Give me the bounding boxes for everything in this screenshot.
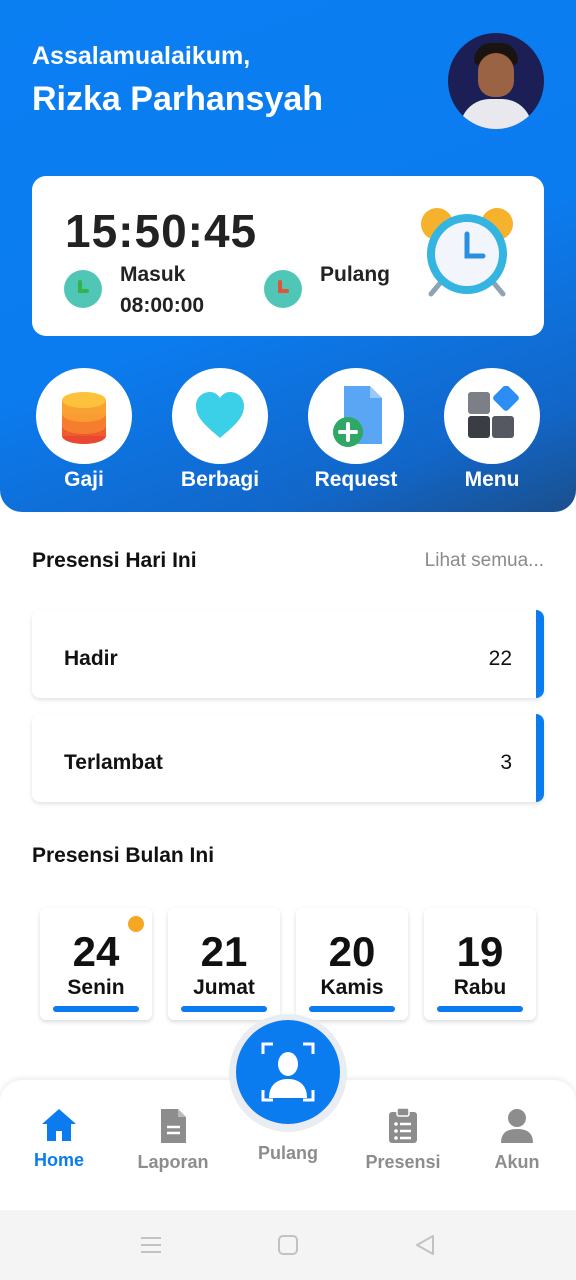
stat-value: 22 bbox=[488, 647, 512, 670]
checkout-face-scan-button[interactable] bbox=[236, 1020, 340, 1124]
day-name: Kamis bbox=[320, 976, 384, 999]
clock-in-icon bbox=[64, 270, 102, 308]
quick-action-label: Request bbox=[314, 468, 398, 491]
quick-action-request[interactable]: Request bbox=[308, 368, 404, 492]
check-out-label: Pulang bbox=[320, 263, 391, 286]
fab-label: Pulang bbox=[257, 1143, 318, 1163]
day-count: 21 bbox=[200, 928, 248, 975]
stat-label: Hadir bbox=[64, 647, 118, 670]
day-card-jumat[interactable]: 21 Jumat bbox=[168, 908, 280, 1020]
day-bar bbox=[53, 1006, 139, 1012]
nav-akun[interactable]: Akun bbox=[462, 1108, 572, 1173]
user-name: Rizka Parhansyah bbox=[32, 80, 324, 118]
nav-label: Laporan bbox=[137, 1152, 209, 1172]
see-all-link[interactable]: Lihat semua... bbox=[425, 550, 544, 572]
today-section-title: Presensi Hari Ini bbox=[32, 549, 197, 572]
nav-home[interactable]: Home bbox=[4, 1108, 114, 1171]
current-time: 15:50:45 bbox=[65, 205, 258, 257]
quick-action-gaji[interactable]: Gaji bbox=[36, 368, 132, 492]
quick-action-menu[interactable]: Menu bbox=[444, 368, 540, 492]
widgets-icon bbox=[468, 386, 519, 438]
quick-action-label: Berbagi bbox=[180, 468, 260, 491]
day-bar bbox=[181, 1006, 267, 1012]
greeting-text: Assalamualaikum, bbox=[32, 42, 251, 70]
day-count: 20 bbox=[328, 928, 376, 975]
header-panel: Assalamualaikum, Rizka Parhansyah 15:50:… bbox=[0, 0, 576, 512]
back-triangle-icon[interactable] bbox=[414, 1234, 436, 1256]
day-bar bbox=[437, 1006, 523, 1012]
home-square-icon[interactable] bbox=[277, 1234, 299, 1256]
check-in-label: Masuk bbox=[120, 263, 186, 286]
day-bar bbox=[309, 1006, 395, 1012]
document-icon bbox=[161, 1109, 186, 1143]
stat-card-terlambat[interactable]: Terlambat 3 bbox=[32, 714, 544, 802]
day-name: Rabu bbox=[453, 976, 507, 999]
month-section-title: Presensi Bulan Ini bbox=[32, 844, 215, 867]
nav-label: Akun bbox=[494, 1152, 540, 1172]
day-count: 24 bbox=[72, 928, 120, 975]
nav-label: Presensi bbox=[365, 1152, 441, 1172]
add-document-icon bbox=[333, 386, 382, 447]
clipboard-list-icon bbox=[389, 1108, 417, 1143]
clock-out-icon bbox=[264, 270, 302, 308]
home-icon bbox=[42, 1109, 76, 1141]
day-name: Jumat bbox=[193, 976, 255, 999]
nav-presensi[interactable]: Presensi bbox=[348, 1108, 458, 1173]
nav-laporan[interactable]: Laporan bbox=[118, 1108, 228, 1173]
stat-label: Terlambat bbox=[64, 751, 163, 774]
day-card-kamis[interactable]: 20 Kamis bbox=[296, 908, 408, 1020]
recents-menu-icon[interactable] bbox=[140, 1234, 162, 1256]
quick-action-berbagi[interactable]: Berbagi bbox=[172, 368, 268, 492]
coins-icon bbox=[62, 392, 106, 444]
notification-dot bbox=[128, 916, 144, 932]
nav-label: Home bbox=[33, 1150, 84, 1170]
day-count: 19 bbox=[456, 928, 504, 975]
quick-action-label: Menu bbox=[464, 468, 520, 491]
day-name: Senin bbox=[67, 976, 125, 999]
user-icon bbox=[501, 1109, 533, 1143]
alarm-clock-icon bbox=[421, 208, 513, 297]
day-card-rabu[interactable]: 19 Rabu bbox=[424, 908, 536, 1020]
avatar[interactable] bbox=[448, 33, 544, 129]
stat-card-hadir[interactable]: Hadir 22 bbox=[32, 610, 544, 698]
quick-action-label: Gaji bbox=[64, 468, 104, 491]
stat-value: 3 bbox=[500, 751, 512, 774]
system-navigation-bar bbox=[0, 1210, 576, 1280]
face-scan-icon bbox=[261, 1042, 315, 1102]
clock-card: 15:50:45 Masuk 08:00:00 Pulang bbox=[32, 176, 544, 336]
check-in-time: 08:00:00 bbox=[120, 294, 205, 317]
heart-icon bbox=[196, 392, 244, 438]
